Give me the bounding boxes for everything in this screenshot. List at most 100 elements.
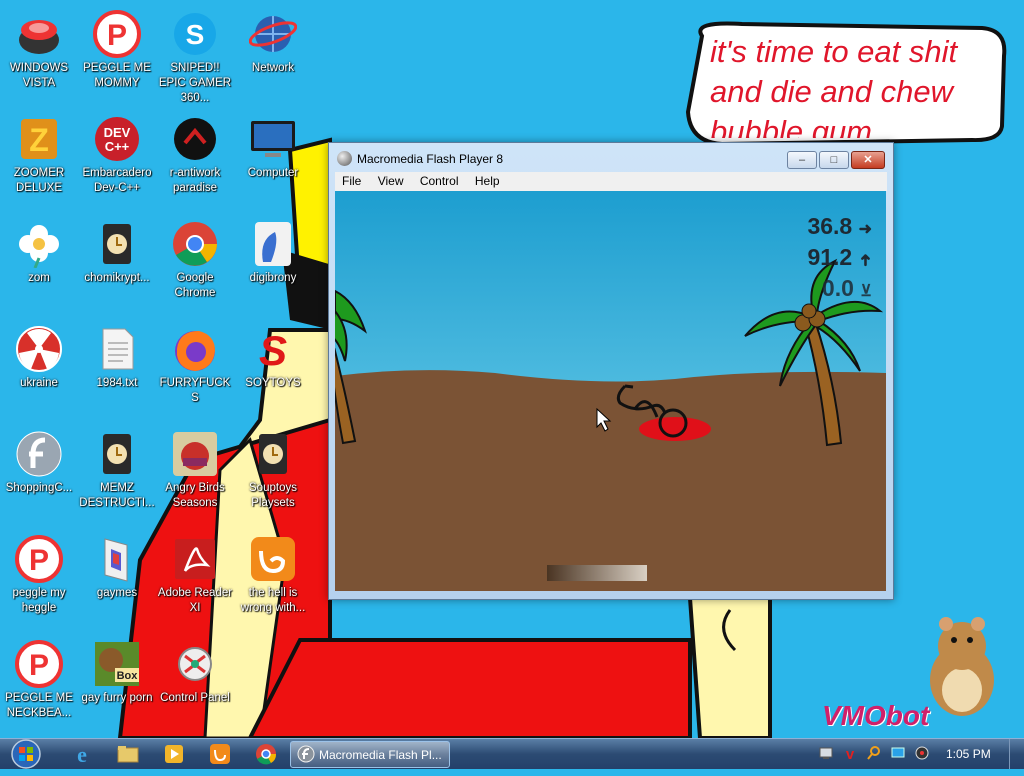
- display-tray-icon[interactable]: [890, 745, 906, 761]
- icon-label: gaymes: [96, 587, 138, 599]
- network-icon: [248, 10, 298, 58]
- icon-label: ShoppingC...: [5, 482, 73, 494]
- icon-label: Computer: [247, 167, 299, 179]
- menu-control[interactable]: Control: [413, 172, 465, 188]
- desktop-icon-antiwork[interactable]: r-antiwork paradise: [156, 111, 234, 196]
- desktop-icon-control-panel[interactable]: Control Panel: [156, 636, 234, 706]
- desktop-icon-peggle-my-heggle[interactable]: P peggle my heggle: [0, 531, 78, 616]
- zuma-icon: Z: [15, 115, 63, 163]
- show-desktop-button[interactable]: [1009, 739, 1024, 769]
- desktop-icon-ukraine[interactable]: ukraine: [0, 321, 78, 391]
- icon-label: PEGGLE ME MOMMY: [83, 62, 151, 89]
- desktop-icon-google-chrome[interactable]: Google Chrome: [156, 216, 234, 301]
- icon-label: ZOOMER DELUXE: [13, 167, 65, 194]
- up-arrow-icon: ➜: [857, 253, 875, 267]
- desktop-icon-1984-txt[interactable]: 1984.txt: [78, 321, 156, 391]
- height-readout: 91.2 ➜: [807, 244, 875, 270]
- desktop-icon-peggle-me-mommy[interactable]: P PEGGLE ME MOMMY: [78, 6, 156, 91]
- svg-text:C++: C++: [105, 139, 130, 154]
- desktop-icon-zom[interactable]: zom: [0, 216, 78, 286]
- explorer-icon[interactable]: [116, 742, 140, 766]
- svg-text:P: P: [107, 19, 127, 52]
- icon-label: digibrony: [249, 272, 297, 284]
- desktop-icon-peggle-neckbeard[interactable]: P PEGGLE ME NECKBEA...: [0, 636, 78, 721]
- icon-label: Control Panel: [160, 692, 230, 704]
- desktop-icon-souptoys[interactable]: Souptoys Playsets: [234, 426, 312, 511]
- icon-label: PEGGLE ME NECKBEA...: [5, 692, 73, 719]
- icon-label: 1984.txt: [96, 377, 138, 389]
- menu-file[interactable]: File: [335, 172, 367, 188]
- uc-browser-icon: [249, 535, 297, 583]
- desktop-icon-uc-browser[interactable]: the hell is wrong with...: [234, 531, 312, 616]
- devcpp-icon: DEV C++: [93, 115, 141, 163]
- ie-icon[interactable]: e: [70, 742, 94, 767]
- svg-text:P: P: [29, 649, 49, 682]
- flash-game-canvas[interactable]: 36.8 ➜ 91.2 ➜ 0.0 ⊻: [335, 191, 886, 591]
- icon-label: the hell is wrong with...: [240, 587, 306, 614]
- blood-splatter: [639, 417, 711, 441]
- antiwork-icon: [171, 115, 219, 163]
- installer-icon: [93, 220, 141, 268]
- taskbar-clock[interactable]: 1:05 PM: [946, 747, 991, 761]
- icon-label: chomikrypt...: [84, 272, 150, 284]
- chrome-icon[interactable]: [254, 742, 278, 766]
- desktop-icon-shopping[interactable]: ShoppingC...: [0, 426, 78, 496]
- installer-icon: [93, 430, 141, 478]
- desktop-icon-digibrony[interactable]: digibrony: [234, 216, 312, 286]
- desktop-icon-angry-birds[interactable]: Angry Birds Seasons: [156, 426, 234, 511]
- desktop-icon-devcpp[interactable]: DEV C++ Embarcadero Dev-C++: [78, 111, 156, 196]
- speech-line-2: and die and chew: [710, 74, 954, 109]
- peggle-icon: P: [93, 10, 141, 58]
- flash-player-window[interactable]: Macromedia Flash Player 8 – □ ✕ File Vie…: [328, 142, 894, 600]
- window-titlebar[interactable]: Macromedia Flash Player 8 – □ ✕: [329, 143, 893, 172]
- flash-icon: [15, 430, 63, 478]
- desktop-icon-windows-vista[interactable]: WINDOWS VISTA: [0, 6, 78, 91]
- desktop-icon-chomikrypt[interactable]: chomikrypt...: [78, 216, 156, 286]
- speed-arrow-icon: ➜: [858, 221, 872, 238]
- svg-text:P: P: [29, 544, 49, 577]
- maximize-button[interactable]: □: [819, 151, 849, 169]
- antivirus-tray-icon[interactable]: v: [842, 745, 858, 763]
- icon-label: FURRYFUCKS: [159, 377, 231, 404]
- network-tray-icon[interactable]: [818, 745, 834, 761]
- icon-label: Google Chrome: [174, 272, 216, 299]
- desktop-icon-sniped[interactable]: S SNIPED!! EPIC GAMER 360...: [156, 6, 234, 106]
- media-player-icon[interactable]: [162, 742, 186, 766]
- angle-readout: 0.0 ⊻: [821, 275, 872, 301]
- desktop-icon-computer[interactable]: Computer: [234, 111, 312, 181]
- vmobot-watermark: VMObot: [822, 700, 930, 731]
- icon-label: MEMZ DESTRUCTI...: [79, 482, 155, 509]
- icon-label: r-antiwork paradise: [169, 167, 221, 194]
- menu-help[interactable]: Help: [468, 172, 506, 188]
- start-button[interactable]: [4, 737, 44, 771]
- uc-browser-icon[interactable]: [208, 742, 232, 766]
- desktop-icon-soytoys[interactable]: S SOYTOYS: [234, 321, 312, 391]
- speech-bubble: it's time to eat shit and die and chew b…: [682, 16, 1012, 144]
- desktop-icon-zoomer-deluxe[interactable]: Z ZOOMER DELUXE: [0, 111, 78, 196]
- desktop-icon-gay-furry[interactable]: Box gay furry porn: [78, 636, 156, 706]
- angry-birds-icon: [171, 430, 219, 478]
- hamster-image: [930, 617, 994, 716]
- windows-vista-icon: [15, 10, 63, 58]
- svg-text:S: S: [186, 19, 205, 50]
- desktop-icon-gaymes[interactable]: gaymes: [78, 531, 156, 601]
- installer-icon: [249, 430, 297, 478]
- desktop-icon-adobe-reader[interactable]: Adobe Reader XI: [156, 531, 234, 616]
- speech-line-3: bubble gum: [710, 114, 873, 138]
- search-tray-icon[interactable]: [866, 745, 882, 761]
- soytoys-icon: S: [249, 325, 297, 374]
- desktop-icon-memz[interactable]: MEMZ DESTRUCTI...: [78, 426, 156, 511]
- taskbar-flash-player-task[interactable]: Macromedia Flash Pl...: [290, 741, 450, 768]
- sand-ground: [335, 370, 886, 591]
- menu-view[interactable]: View: [371, 172, 410, 188]
- svg-text:Z: Z: [29, 122, 49, 158]
- desktop-icon-furryfucks[interactable]: FURRYFUCKS: [156, 321, 234, 406]
- minimize-button[interactable]: –: [787, 151, 817, 169]
- peggle-icon: P: [15, 535, 63, 583]
- desktop-icon-network[interactable]: Network: [234, 6, 312, 76]
- flash-app-icon: [337, 151, 352, 166]
- icon-label: gay furry porn: [81, 692, 153, 704]
- volume-tray-icon[interactable]: [914, 745, 930, 761]
- pony-icon: [249, 220, 297, 268]
- close-button[interactable]: ✕: [851, 151, 885, 169]
